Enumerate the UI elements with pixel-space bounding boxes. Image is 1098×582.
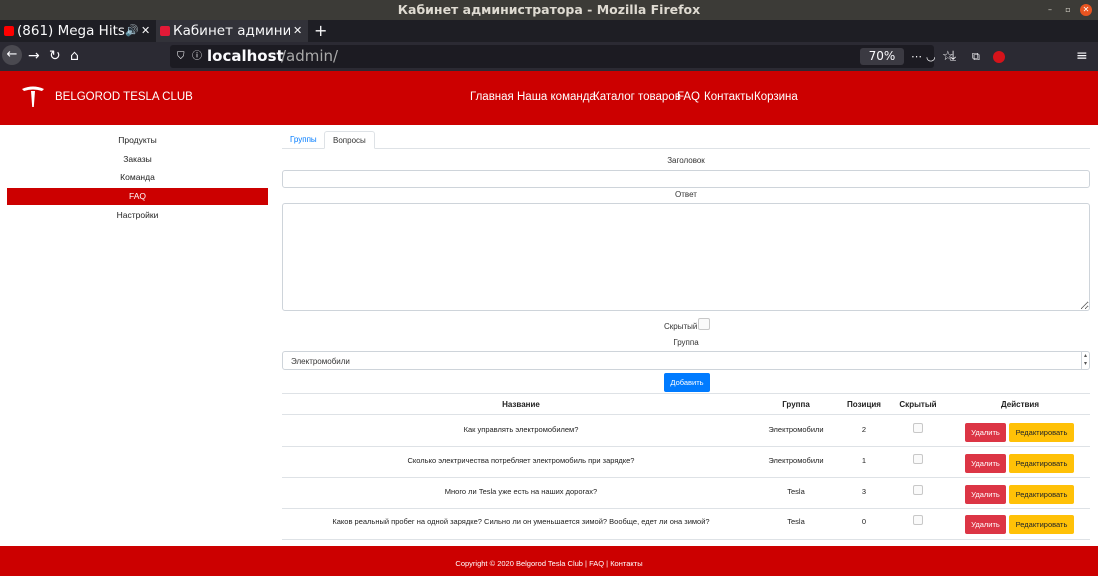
tab-youtube[interactable]: (861) Mega Hits 🔊 ✕ xyxy=(0,20,155,42)
reload-icon[interactable]: ↻ xyxy=(49,42,61,71)
hidden-label: Скрытый xyxy=(664,322,698,331)
hamburger-menu-icon[interactable]: ≡ xyxy=(1076,42,1088,71)
title-label: Заголовок xyxy=(667,156,705,165)
download-icon[interactable]: ⤓ xyxy=(950,42,956,71)
select-arrows-icon: ▴ ▾ xyxy=(1081,352,1089,369)
row-divider xyxy=(282,477,1090,478)
row-position: 3 xyxy=(861,487,867,496)
row-hidden-checkbox[interactable] xyxy=(913,485,923,495)
row-hidden-checkbox[interactable] xyxy=(913,423,923,433)
th-position: Позиция xyxy=(847,400,881,409)
tesla-logo[interactable] xyxy=(20,83,46,109)
row-position: 0 xyxy=(861,517,867,526)
sidebar-item-settings[interactable]: Настройки xyxy=(7,207,268,224)
close-window-icon[interactable]: ✕ xyxy=(1080,4,1092,16)
brand-name[interactable]: BELGOROD TESLA CLUB xyxy=(55,91,193,103)
nav-catalog[interactable]: Каталог товаров xyxy=(593,91,681,103)
youtube-icon xyxy=(4,26,14,36)
minimize-icon[interactable]: – xyxy=(1044,4,1056,16)
row-group: Tesla xyxy=(787,517,805,526)
row-divider xyxy=(282,446,1090,447)
edit-button[interactable]: Редактировать xyxy=(1009,423,1074,442)
extension-icon[interactable]: ⧉ xyxy=(972,42,980,71)
edit-button[interactable]: Редактировать xyxy=(1009,485,1074,504)
tab-bar: (861) Mega Hits 🔊 ✕ Кабинет админис ✕ + xyxy=(0,20,1098,42)
pocket-icon[interactable]: ◡ xyxy=(926,45,936,68)
group-select-value: Электромобили xyxy=(291,357,350,366)
maximize-icon[interactable]: ▫ xyxy=(1062,4,1074,16)
answer-label: Ответ xyxy=(675,190,697,199)
row-name: Много ли Tesla уже есть на наших дорогах… xyxy=(444,487,598,496)
th-name: Название xyxy=(502,400,540,409)
site-header: BELGOROD TESLA CLUB Главная Наша команда… xyxy=(0,71,1098,125)
delete-button[interactable]: Удалить xyxy=(965,454,1006,473)
tesla-favicon-icon xyxy=(160,26,170,36)
home-icon[interactable]: ⌂ xyxy=(70,42,79,71)
row-name: Каков реальный пробег на одной зарядке? … xyxy=(332,517,710,526)
table-header-border xyxy=(282,414,1090,415)
close-tab-icon[interactable]: ✕ xyxy=(141,20,150,42)
zoom-indicator[interactable]: 70% xyxy=(860,48,904,65)
ublock-icon[interactable] xyxy=(993,51,1005,63)
group-select[interactable]: Электромобили ▴ ▾ xyxy=(282,351,1090,370)
url-path: /admin/ xyxy=(281,47,339,65)
row-group: Электромобили xyxy=(768,425,824,434)
sidebar-item-faq[interactable]: FAQ xyxy=(7,188,268,205)
title-input[interactable] xyxy=(282,170,1090,188)
answer-textarea[interactable] xyxy=(282,203,1090,311)
row-hidden-checkbox[interactable] xyxy=(913,454,923,464)
row-hidden-checkbox[interactable] xyxy=(913,515,923,525)
group-label: Группа xyxy=(673,338,699,347)
forward-icon[interactable]: → xyxy=(28,42,40,71)
delete-button[interactable]: Удалить xyxy=(965,515,1006,534)
sidebar-item-products[interactable]: Продукты xyxy=(7,132,268,149)
th-hidden: Скрытый xyxy=(899,400,937,409)
url-bar[interactable]: ⛉ ⓘ localhost /admin/ 70% ⋯ ◡ ☆ xyxy=(170,45,954,68)
row-divider xyxy=(282,508,1090,509)
tab-groups[interactable]: Группы xyxy=(282,131,325,149)
back-icon[interactable]: ← xyxy=(2,45,22,65)
delete-button[interactable]: Удалить xyxy=(965,423,1006,442)
row-name: Как управлять электромобилем? xyxy=(463,425,579,434)
th-group: Группа xyxy=(782,400,810,409)
nav-contacts[interactable]: Контакты xyxy=(704,91,754,103)
shield-icon: ⛉ xyxy=(177,51,185,62)
nav-cart[interactable]: Корзина xyxy=(754,91,798,103)
close-tab-icon[interactable]: ✕ xyxy=(290,20,303,42)
sidebar-item-orders[interactable]: Заказы xyxy=(7,151,268,168)
row-position: 1 xyxy=(861,456,867,465)
nav-main[interactable]: Главная xyxy=(470,91,514,103)
url-host: localhost xyxy=(207,47,284,65)
nav-team[interactable]: Наша команда xyxy=(517,91,596,103)
table-top-border xyxy=(282,393,1090,394)
new-tab-button[interactable]: + xyxy=(314,20,330,42)
window-title: Кабинет администратора - Mozilla Firefox xyxy=(0,0,1098,20)
add-button[interactable]: Добавить xyxy=(664,373,710,392)
site-footer: Copyright © 2020 Belgorod Tesla Club | F… xyxy=(0,546,1098,576)
sidebar-item-team[interactable]: Команда xyxy=(7,169,268,186)
info-icon: ⓘ xyxy=(192,51,202,62)
tab-label: Кабинет админис xyxy=(173,23,299,39)
tab-questions[interactable]: Вопросы xyxy=(324,131,375,149)
edit-button[interactable]: Редактировать xyxy=(1009,454,1074,473)
hidden-checkbox[interactable] xyxy=(698,318,710,330)
page-actions-icon[interactable]: ⋯ xyxy=(911,45,922,68)
row-position: 2 xyxy=(861,425,867,434)
row-divider xyxy=(282,539,1090,540)
delete-button[interactable]: Удалить xyxy=(965,485,1006,504)
row-group: Электромобили xyxy=(768,456,824,465)
tab-admin[interactable]: Кабинет админис ✕ xyxy=(156,20,308,42)
th-actions: Действия xyxy=(1000,400,1040,409)
nav-faq[interactable]: FAQ xyxy=(677,91,700,103)
tabs-divider xyxy=(282,148,1090,149)
speaker-icon[interactable]: 🔊 xyxy=(125,20,139,42)
row-group: Tesla xyxy=(787,487,805,496)
edit-button[interactable]: Редактировать xyxy=(1009,515,1074,534)
navigation-bar: ← → ↻ ⌂ ⛉ ⓘ localhost /admin/ 70% ⋯ ◡ ☆ … xyxy=(0,42,1098,71)
tab-label: (861) Mega Hits xyxy=(17,23,125,39)
row-name: Сколько электричества потребляет электро… xyxy=(407,456,635,465)
